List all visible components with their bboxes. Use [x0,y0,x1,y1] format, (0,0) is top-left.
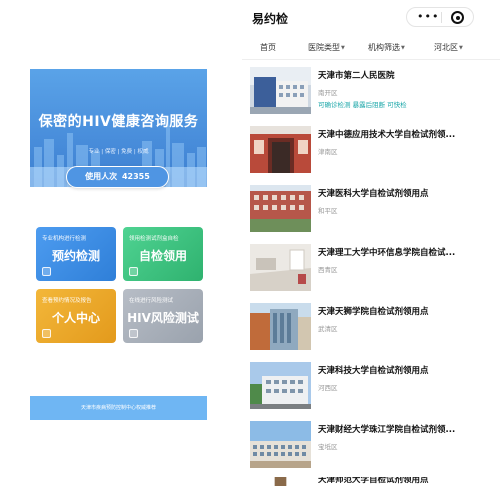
item-name: 天津市第二人民医院 [318,71,395,81]
more-dots-icon[interactable]: ••• [417,11,439,23]
endorsement-footer: 天津市疾病预防控制中心权威推荐 [30,396,207,420]
item-name: 天津中德应用技术大学自检试剂领... [318,130,456,140]
item-district: 武清区 [318,325,338,333]
app-title: 易约检 [252,12,289,26]
list-item[interactable]: 天津医科大学自检试剂领用点 和平区 [242,185,500,243]
filter-label: 河北区 [434,43,458,52]
hospital-photo [250,67,311,114]
red-door-photo [250,126,311,173]
filter-label: 机构筛选 [368,43,400,52]
card-book-test[interactable]: 专业机构进行检测 预约检测 [36,227,116,281]
left-panel: 保密的HIV健康咨询服务 专业 | 保密 | 免费 | 权威 使用人次 4235… [0,0,240,486]
filter-hospital-type[interactable]: 医院类型▼ [308,42,345,53]
card-doc-icon [42,329,51,338]
caret-down-icon: ▼ [401,44,405,51]
card-title: 自检领用 [138,249,187,263]
card-subtitle: 查看预约情况及报告 [42,298,92,304]
card-subtitle: 专业机构进行检测 [42,236,87,242]
mini-program-capsule: ••• [406,7,474,27]
filter-bar: 首页 医院类型▼ 机构筛选▼ 河北区▼ [242,38,500,60]
item-name: 天津科技大学自检试剂领用点 [318,366,429,376]
card-title: 预约检测 [51,249,100,263]
red-building-photo [250,185,311,232]
usage-label: 使用人次 [85,172,118,181]
list-item[interactable]: 天津中德应用技术大学自检试剂领... 津南区 [242,126,500,184]
list-item[interactable]: 天津理工大学中环信息学院自检试... 西青区 [242,244,500,302]
caret-down-icon: ▼ [341,44,345,51]
card-title: 个人中心 [51,311,100,325]
target-circle-icon[interactable] [451,11,464,24]
item-district: 南开区 [318,89,338,97]
white-building-photo [250,362,311,409]
banner-tags: 专业 | 保密 | 免费 | 权威 [88,149,149,155]
partial-building-photo [274,477,287,486]
card-subtitle: 领用检测试剂盒自检 [129,236,179,242]
item-name: 天津理工大学中环信息学院自检试... [318,248,456,258]
right-panel: 易约检 ••• 首页 医院类型▼ 机构筛选▼ 河北区▼ 天津市第二人民医院 南开… [242,0,500,486]
card-title: HIV风险测试 [127,311,199,325]
item-district: 河西区 [318,384,338,392]
item-district: 西青区 [318,266,338,274]
item-district: 宝坻区 [318,443,338,451]
capsule-divider [441,12,442,23]
item-name: 天津师范大学自检试剂领用点 [318,477,429,485]
item-district: 和平区 [318,207,338,215]
filter-district[interactable]: 河北区▼ [434,42,463,53]
banner-title: 保密的HIV健康咨询服务 [38,114,199,130]
card-doc-icon [129,329,138,338]
list-item[interactable]: 天津师范大学自检试剂领用点 [242,477,500,486]
list-item[interactable]: 天津科技大学自检试剂领用点 河西区 [242,362,500,420]
caret-down-icon: ▼ [459,44,463,51]
filter-institution[interactable]: 机构筛选▼ [368,42,405,53]
item-name: 天津天狮学院自检试剂领用点 [318,307,429,317]
card-doc-icon [42,267,51,276]
list-item[interactable]: 天津市第二人民医院 南开区 可确诊检测 暴露后阻断 可快检 [242,67,500,125]
room-photo [250,244,311,291]
filter-home[interactable]: 首页 [260,42,276,53]
list-item[interactable]: 天津财经大学珠江学院自检试剂领... 宝坻区 [242,421,500,479]
long-building-photo [250,421,311,468]
item-name: 天津财经大学珠江学院自检试剂领... [318,425,456,435]
item-tags: 可确诊检测 暴露后阻断 可快检 [318,101,407,109]
card-subtitle: 在线进行风险测试 [129,298,174,304]
card-self-test-pickup[interactable]: 领用检测试剂盒自检 自检领用 [123,227,203,281]
list-item[interactable]: 天津天狮学院自检试剂领用点 武清区 [242,303,500,361]
item-name: 天津医科大学自检试剂领用点 [318,189,429,199]
campus-photo [250,303,311,350]
filter-label: 医院类型 [308,43,340,52]
card-doc-icon [129,267,138,276]
usage-count-pill: 使用人次 42355 [66,166,169,188]
filter-label: 首页 [260,43,276,52]
card-personal-center[interactable]: 查看预约情况及报告 个人中心 [36,289,116,343]
usage-count: 42355 [121,172,150,181]
card-risk-test[interactable]: 在线进行风险测试 HIV风险测试 [123,289,203,343]
item-district: 津南区 [318,148,338,156]
